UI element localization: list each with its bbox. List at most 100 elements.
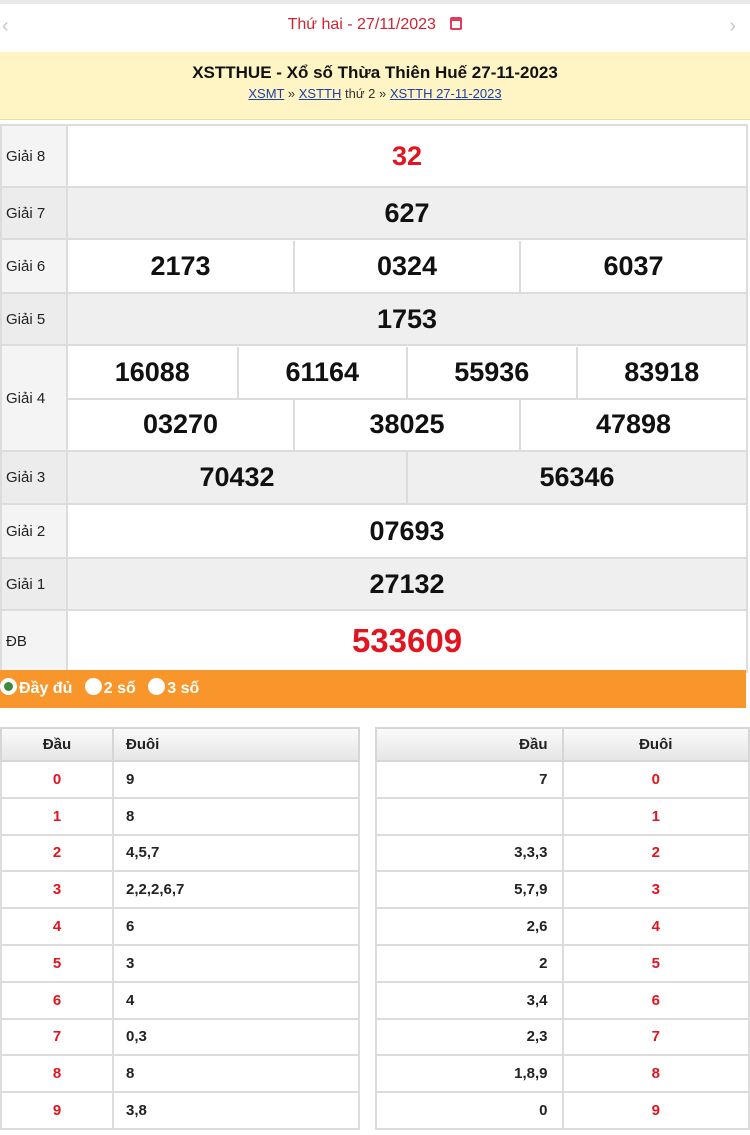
loto-tail-col2-cell: 1	[561, 796, 750, 836]
table-row: 7 0,3	[0, 1017, 360, 1057]
loto-head-col1-cell: 3	[0, 870, 114, 910]
loto-tail-col1-cell: 0	[375, 1091, 564, 1130]
breadcrumb-xstth-link[interactable]: XSTTH	[299, 86, 342, 101]
loto-tail-col1-cell: 2,3	[375, 1017, 564, 1057]
option-2-digits-label: 2 số	[103, 680, 136, 697]
results-header: XSTTHUE - Xổ số Thừa Thiên Huế 27-11-202…	[0, 52, 750, 120]
breadcrumb-xsmt-link[interactable]: XSMT	[248, 86, 284, 101]
table-row: 64	[0, 980, 360, 1020]
current-date: Thứ hai - 27/11/2023	[0, 16, 750, 34]
radio-icon[interactable]	[84, 678, 102, 696]
loto-tail-col2-cell: 4	[561, 907, 750, 946]
loto-tail-col1-cell	[375, 796, 564, 836]
table-row: 09	[375, 1091, 750, 1130]
prize-2-number: 07693	[66, 503, 748, 559]
calendar-icon[interactable]	[450, 16, 463, 30]
loto-tail-col2-cell: 9	[561, 1091, 750, 1130]
table-row: 1	[375, 796, 750, 836]
table-row: 3 2,2,2,6,7	[0, 870, 360, 910]
prize-label: Giải 1	[0, 557, 68, 611]
loto-tail-col1-cell: 3,3,3	[375, 833, 564, 873]
loto-head-col2-cell: 4	[112, 980, 360, 1020]
prize-1-number: 27132	[66, 557, 748, 611]
radio-icon[interactable]	[148, 678, 166, 696]
column-header: Đuôi	[112, 727, 360, 762]
prize-label: Giải 4	[0, 344, 68, 452]
breadcrumb: XSMT » XSTTH thứ 2 » XSTTH 27-11-2023	[0, 86, 750, 101]
special-prize-row: ĐB 533609	[0, 609, 748, 673]
prize-6-number: 2173	[150, 250, 211, 281]
radio-selected-icon[interactable]	[0, 678, 17, 696]
option-2-digits[interactable]: 2 số	[84, 670, 136, 708]
prize-label: Giải 3	[0, 450, 68, 505]
prize-6-number: 6037	[519, 240, 746, 292]
prize-3-number: 70432	[68, 452, 407, 503]
loto-head-col1-cell: 4	[0, 907, 114, 946]
loto-head-col2-cell: 6	[112, 907, 360, 946]
special-prize-number: 533609	[66, 609, 748, 673]
prize-label: Giải 2	[0, 503, 68, 559]
table-row: 70	[375, 760, 750, 799]
table-row: 25	[375, 943, 750, 983]
loto-head-col1-cell: 0	[0, 760, 114, 799]
loto-head-col1-cell: 7	[0, 1017, 114, 1057]
prize-4-row: Giải 4 16088 61164 55936 83918 03270 380…	[0, 344, 748, 452]
results-table: Giải 8 32 Giải 7 627 Giải 6 2173 0324 60…	[0, 124, 748, 673]
option-full-label: Đầy đủ	[19, 680, 73, 697]
loto-tail-col2-cell: 0	[561, 760, 750, 799]
breadcrumb-date-link[interactable]: XSTTH 27-11-2023	[390, 86, 502, 101]
prize-4-number: 83918	[575, 346, 746, 398]
loto-tail-col1-cell: 5,7,9	[375, 870, 564, 910]
loto-tail-col2-cell: 2	[561, 833, 750, 873]
option-3-digits[interactable]: 3 số	[148, 670, 199, 708]
table-row: 09	[0, 760, 360, 799]
table-row: 2 4,5,7	[0, 833, 360, 873]
loto-head-col1-cell: 9	[0, 1091, 114, 1130]
loto-head-col1-cell: 1	[0, 796, 114, 836]
breadcrumb-weekday: thứ 2	[341, 86, 376, 101]
prize-4-number: 55936	[406, 346, 577, 398]
loto-tail-col1-cell: 2,6	[375, 907, 564, 946]
table-row: 18	[0, 796, 360, 836]
loto-head-col1-cell: 2	[0, 833, 114, 873]
prize-label: Giải 6	[0, 238, 68, 294]
table-row: 53	[0, 943, 360, 983]
loto-head-col2-cell: 3,8	[112, 1091, 360, 1130]
option-full[interactable]: Đầy đủ	[0, 670, 72, 708]
breadcrumb-separator: »	[284, 86, 299, 101]
prize-6-row: Giải 6 2173 0324 6037	[0, 238, 748, 294]
column-header: Đầu	[0, 727, 114, 762]
prize-label: Giải 5	[0, 292, 68, 346]
prize-5-row: Giải 5 1753	[0, 292, 748, 346]
loto-tail-col1-cell: 3,4	[375, 980, 564, 1020]
prize-2-row: Giải 2 07693	[0, 503, 748, 559]
table-row: 3,3,3 2	[375, 833, 750, 873]
prize-label: Giải 7	[0, 186, 68, 240]
loto-tail-col2-cell: 7	[561, 1017, 750, 1057]
table-row: 88	[0, 1054, 360, 1094]
chevron-right-icon[interactable]: ›	[729, 16, 736, 36]
loto-head-col2-cell: 0,3	[112, 1017, 360, 1057]
loto-tail-col1-cell: 1,8,9	[375, 1054, 564, 1094]
loto-tail-col1-cell: 7	[375, 760, 564, 799]
table-row: 5,7,9 3	[375, 870, 750, 910]
prize-7-number: 627	[66, 186, 748, 240]
table-row: 46	[0, 907, 360, 946]
display-options-bar: Đầy đủ 2 số 3 số	[0, 670, 746, 708]
prize-3-row: Giải 3 70432 56346	[0, 450, 748, 505]
table-row: 3,4 6	[375, 980, 750, 1020]
breadcrumb-separator: »	[375, 86, 390, 101]
loto-tail-col2-cell: 8	[561, 1054, 750, 1094]
weekday-label: Thứ hai -	[287, 16, 358, 33]
loto-head-col2-cell: 4,5,7	[112, 833, 360, 873]
table-row: 1,8,9 8	[375, 1054, 750, 1094]
loto-head-col1-cell: 6	[0, 980, 114, 1020]
loto-head-table: Đầu Đuôi 0 9 1 8 2 4,5,7 3 2,2,2,6,7 4 6 5 3 6 4 7 0,3 8…	[0, 727, 360, 1130]
prize-4-number: 61164	[236, 346, 407, 398]
option-3-digits-label: 3 số	[167, 680, 200, 697]
loto-head-col2-cell: 8	[112, 1054, 360, 1094]
prize-6-number: 0324	[293, 240, 520, 292]
prize-7-row: Giải 7 627	[0, 186, 748, 240]
prize-label: Giải 8	[0, 124, 68, 188]
table-row: 2,3 7	[375, 1017, 750, 1057]
